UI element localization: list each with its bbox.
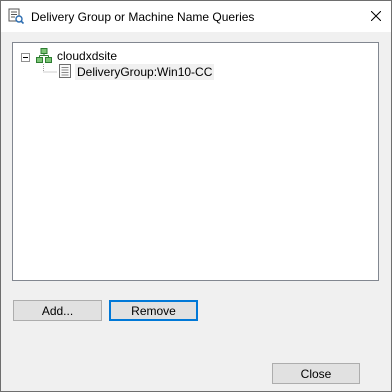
close-icon[interactable] xyxy=(361,1,391,31)
tree-connector xyxy=(43,64,59,76)
title-bar: Delivery Group or Machine Name Queries xyxy=(1,1,391,32)
remove-button[interactable]: Remove xyxy=(109,300,198,321)
close-button[interactable]: Close xyxy=(272,363,360,384)
tree-item-delivery-group[interactable]: DeliveryGroup:Win10-CC xyxy=(75,64,215,80)
tree-root-label[interactable]: cloudxdsite xyxy=(57,49,117,63)
query-tree-view[interactable]: cloudxdsite DeliveryGroup:Win10-CC xyxy=(12,42,379,281)
add-button[interactable]: Add... xyxy=(13,300,102,321)
site-icon xyxy=(36,48,52,64)
dialog-window: Delivery Group or Machine Name Queries c… xyxy=(0,0,392,392)
collapse-icon[interactable] xyxy=(21,51,30,62)
document-icon xyxy=(59,64,71,78)
window-title: Delivery Group or Machine Name Queries xyxy=(31,10,255,24)
query-dialog-icon xyxy=(8,8,25,25)
